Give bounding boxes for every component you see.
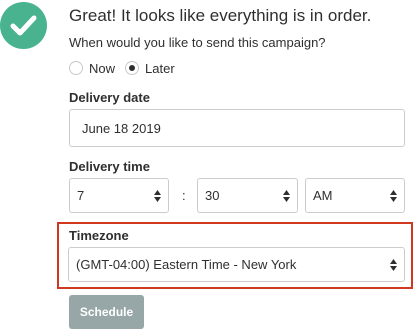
schedule-button[interactable]: Schedule — [69, 295, 144, 329]
checkmark-circle-icon — [0, 2, 47, 49]
timezone-label: Timezone — [69, 228, 129, 243]
hour-value: 7 — [77, 188, 85, 203]
meridiem-value: AM — [313, 188, 333, 203]
select-arrows-icon — [390, 189, 397, 202]
send-question: When would you like to send this campaig… — [69, 35, 326, 50]
timezone-value: (GMT-04:00) Eastern Time - New York — [76, 257, 297, 272]
radio-now[interactable] — [69, 61, 83, 75]
radio-now-label[interactable]: Now — [89, 61, 115, 76]
meridiem-select[interactable]: AM — [305, 178, 405, 213]
delivery-date-label: Delivery date — [69, 90, 150, 105]
select-arrows-icon — [390, 258, 397, 271]
time-separator: : — [182, 188, 186, 203]
radio-later[interactable] — [125, 61, 140, 75]
select-arrows-icon — [154, 189, 161, 202]
select-arrows-icon — [283, 189, 290, 202]
radio-option-now[interactable]: Now — [69, 61, 115, 76]
schedule-campaign-panel: Great! It looks like everything is in or… — [0, 0, 417, 334]
timezone-select[interactable]: (GMT-04:00) Eastern Time - New York — [68, 247, 405, 282]
radio-later-label[interactable]: Later — [145, 61, 175, 76]
minute-value: 30 — [205, 188, 220, 203]
hour-select[interactable]: 7 — [69, 178, 169, 213]
radio-option-later[interactable]: Later — [125, 61, 175, 76]
delivery-date-value: June 18 2019 — [82, 120, 161, 136]
delivery-time-label: Delivery time — [69, 159, 150, 174]
minute-select[interactable]: 30 — [197, 178, 298, 213]
send-timing-radio-group: Now Later — [69, 59, 185, 77]
success-headline: Great! It looks like everything is in or… — [69, 6, 372, 25]
delivery-date-input[interactable]: June 18 2019 — [69, 109, 405, 147]
